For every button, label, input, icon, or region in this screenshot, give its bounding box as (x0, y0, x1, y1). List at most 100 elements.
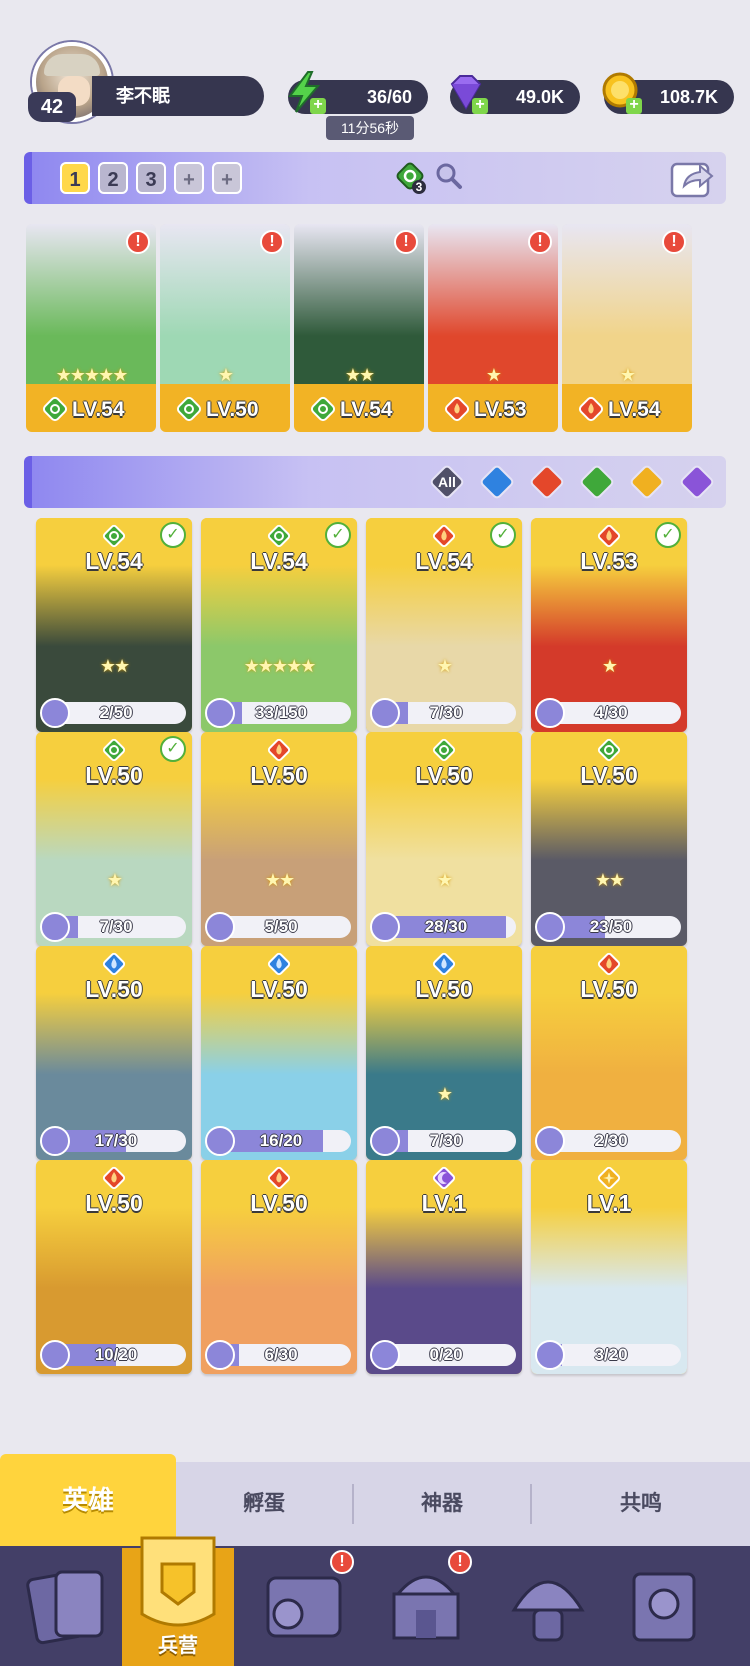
energy-timer: 11分56秒 (326, 116, 414, 140)
team-tab-2[interactable]: 2 (98, 162, 128, 194)
shard-icon (535, 698, 565, 728)
cards-icon (26, 1570, 104, 1645)
team-tabs: 1 2 3 + + (60, 162, 242, 194)
light-element-icon (628, 463, 666, 501)
gem-counter[interactable]: + 49.0K (450, 75, 580, 114)
hero-card[interactable]: ✓ LV.54 ★★ 2/50 (36, 518, 192, 732)
add-gems-icon[interactable]: + (472, 97, 488, 114)
hero-card[interactable]: LV.50 16/20 (201, 946, 357, 1160)
nav-cards[interactable] (22, 1554, 118, 1658)
lineup-card[interactable]: ★ LV.54 ! (562, 224, 692, 432)
hero-level: LV.50 (85, 1190, 143, 1216)
hero-card[interactable]: LV.50 2/30 (531, 946, 687, 1160)
lineup-level: LV.50 (206, 398, 259, 421)
shard-icon (370, 912, 400, 942)
hero-stars: ★★ (594, 870, 625, 890)
hero-level: LV.54 (250, 548, 308, 574)
alert-icon: ! (394, 230, 418, 254)
hero-level: LV.54 (85, 548, 143, 574)
fire-element-icon (267, 1166, 291, 1190)
hero-card[interactable]: LV.50 ★★ 23/50 (531, 732, 687, 946)
shard-icon (205, 1126, 235, 1156)
nav-barracks[interactable]: 兵营 (122, 1518, 234, 1666)
filter-all[interactable]: All (428, 463, 466, 501)
dark-element-icon (432, 1166, 456, 1190)
coin-value: 108.7K (659, 87, 718, 107)
alert-icon: ! (528, 230, 552, 254)
nav-temple[interactable]: ! (378, 1550, 474, 1658)
hero-card[interactable]: LV.50 ★ 28/30 (366, 732, 522, 946)
alert-icon: ! (448, 1550, 472, 1574)
hero-card[interactable]: ✓ LV.54 ★★★★★ 33/150 (201, 518, 357, 732)
check-icon: ✓ (325, 522, 351, 548)
hero-card[interactable]: LV.50 10/20 (36, 1160, 192, 1374)
fire-element-icon (597, 952, 621, 976)
hero-level: LV.1 (421, 1190, 467, 1216)
add-coins-icon[interactable]: + (626, 97, 642, 114)
hero-card[interactable]: LV.50 6/30 (201, 1160, 357, 1374)
team-tab-add-2[interactable]: + (212, 162, 242, 194)
fire-element-icon (597, 524, 621, 548)
hero-level: LV.50 (250, 976, 308, 1002)
forest-element-icon (267, 524, 291, 548)
filter-water[interactable] (478, 463, 516, 501)
nav-guild[interactable] (500, 1554, 596, 1658)
shard-icon (40, 912, 70, 942)
hero-level: LV.53 (580, 548, 638, 574)
hero-level: LV.50 (415, 762, 473, 788)
hero-card[interactable]: LV.50 ★★ 5/50 (201, 732, 357, 946)
hero-card[interactable]: ✓ LV.53 ★ 4/30 (531, 518, 687, 732)
water-element-icon (478, 463, 516, 501)
nav-shop[interactable] (616, 1554, 712, 1658)
hero-level: LV.50 (85, 976, 143, 1002)
filter-light[interactable] (628, 463, 666, 501)
forest-element-count-icon[interactable]: 3 (394, 160, 426, 194)
sub-tabs: 英雄 孵蛋 神器 共鸣 (0, 1454, 750, 1546)
filter-all-label: All (438, 474, 456, 490)
forest-element-icon (432, 738, 456, 762)
share-icon[interactable] (670, 158, 714, 198)
lineup-level: LV.53 (474, 398, 527, 421)
lineup-card[interactable]: ★★★★★ LV.54 ! (26, 224, 156, 432)
hero-card[interactable]: LV.1 3/20 (531, 1160, 687, 1374)
filter-forest[interactable] (578, 463, 616, 501)
lineup-stars: ★ (619, 365, 636, 385)
shard-icon (205, 912, 235, 942)
tab-resonance[interactable]: 共鸣 (532, 1462, 750, 1546)
hero-level: LV.50 (85, 762, 143, 788)
forest-element-icon (176, 396, 202, 422)
team-tab-1[interactable]: 1 (60, 162, 90, 194)
hero-stars: ★ (436, 1084, 453, 1104)
hero-card[interactable]: ✓ LV.50 ★ 7/30 (36, 732, 192, 946)
coin-counter[interactable]: + 108.7K (602, 72, 734, 114)
add-energy-icon[interactable]: + (310, 97, 326, 114)
nav-barracks-label: 兵营 (158, 1635, 198, 1657)
hero-card[interactable]: LV.50 ★ 7/30 (366, 946, 522, 1160)
hero-card[interactable]: LV.1 0/20 (366, 1160, 522, 1374)
forest-element-icon (597, 738, 621, 762)
lineup-level: LV.54 (608, 398, 661, 421)
alert-icon: ! (330, 1550, 354, 1574)
team-tab-add-1[interactable]: + (174, 162, 204, 194)
hero-level: LV.1 (586, 1190, 632, 1216)
energy-counter[interactable]: + 36/60 (288, 71, 428, 114)
lineup-stars: ★ (217, 365, 234, 385)
shard-icon (205, 698, 235, 728)
hero-stars: ★ (106, 870, 123, 890)
tab-artifacts[interactable]: 神器 (354, 1462, 530, 1546)
lineup-level: LV.54 (340, 398, 393, 421)
lineup-card[interactable]: ★ LV.53 ! (428, 224, 558, 432)
team-tab-3[interactable]: 3 (136, 162, 166, 194)
lineup-card[interactable]: ★★ LV.54 ! (294, 224, 424, 432)
search-icon[interactable] (434, 161, 464, 191)
team-element-summary: 3 (394, 160, 464, 194)
filter-fire[interactable] (528, 463, 566, 501)
lineup-card[interactable]: ★ LV.50 ! (160, 224, 290, 432)
hero-card[interactable]: ✓ LV.54 ★ 7/30 (366, 518, 522, 732)
alert-icon: ! (260, 230, 284, 254)
nav-map[interactable]: ! (256, 1550, 354, 1658)
hero-card[interactable]: LV.50 17/30 (36, 946, 192, 1160)
fire-element-icon (102, 1166, 126, 1190)
hero-level: LV.54 (415, 548, 473, 574)
filter-dark[interactable] (678, 463, 716, 501)
